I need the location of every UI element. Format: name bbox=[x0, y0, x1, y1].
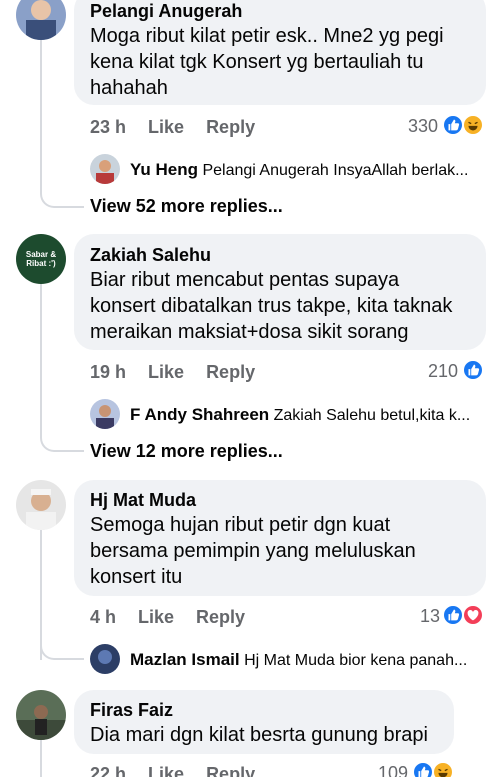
comment-time[interactable]: 23 h bbox=[90, 117, 126, 137]
love-icon bbox=[462, 604, 484, 626]
avatar[interactable] bbox=[90, 399, 120, 429]
like-button[interactable]: Like bbox=[148, 764, 184, 777]
comment-actions: 4 h Like Reply bbox=[90, 607, 267, 628]
reply-author[interactable]: Yu Heng bbox=[130, 160, 198, 179]
like-icon bbox=[412, 761, 434, 777]
comment-text-line: Biar ribut mencabut pentas supaya bbox=[90, 269, 400, 291]
thread-connector bbox=[40, 392, 84, 452]
like-icon bbox=[442, 114, 464, 136]
comment-text-line: Semoga hujan ribut petir dgn kuat bbox=[90, 514, 391, 536]
comment-time[interactable]: 22 h bbox=[90, 764, 126, 777]
comment-text-line: konsert dibatalkan trus takpe, kita takn… bbox=[90, 295, 453, 317]
reply-author[interactable]: Mazlan Ismail bbox=[130, 650, 240, 669]
reply-preview[interactable]: Mazlan Ismail Hj Mat Muda bior kena pana… bbox=[130, 650, 490, 670]
comment-author[interactable]: Pelangi Anugerah bbox=[90, 1, 242, 22]
reply-text: Zakiah Salehu betul,kita k... bbox=[273, 407, 471, 424]
comment-actions: 23 h Like Reply bbox=[90, 117, 277, 138]
reply-button[interactable]: Reply bbox=[206, 764, 255, 777]
avatar[interactable] bbox=[90, 154, 120, 184]
reaction-count[interactable]: 109 bbox=[360, 763, 408, 777]
comment-text-line: Dia mari dgn kilat besrta gunung brapi bbox=[90, 724, 428, 746]
view-more-replies-link[interactable]: View 12 more replies... bbox=[90, 441, 283, 462]
comment-author[interactable]: Hj Mat Muda bbox=[90, 490, 196, 511]
reaction-count[interactable]: 13 bbox=[392, 606, 440, 627]
reply-preview[interactable]: Yu Heng Pelangi Anugerah InsyaAllah berl… bbox=[130, 160, 490, 180]
reply-button[interactable]: Reply bbox=[206, 362, 255, 382]
like-button[interactable]: Like bbox=[148, 117, 184, 137]
like-icon bbox=[442, 604, 464, 626]
like-button[interactable]: Like bbox=[138, 607, 174, 627]
reply-preview[interactable]: F Andy Shahreen Zakiah Salehu betul,kita… bbox=[130, 405, 490, 425]
comment-text-line: kena kilat tgk Konsert yg bertauliah tu bbox=[90, 51, 424, 73]
comment-text-line: meraikan maksiat+dosa sikit sorang bbox=[90, 321, 409, 343]
comment-time[interactable]: 4 h bbox=[90, 607, 116, 627]
thread-connector bbox=[40, 150, 84, 208]
avatar-caption: Sabar & Ribat :') bbox=[25, 250, 57, 268]
comment-text-line: Moga ribut kilat petir esk.. Mne2 yg peg… bbox=[90, 25, 444, 47]
avatar[interactable] bbox=[16, 480, 66, 530]
comment-author[interactable]: Zakiah Salehu bbox=[90, 245, 211, 266]
avatar[interactable] bbox=[16, 0, 66, 40]
haha-icon bbox=[462, 114, 484, 136]
comment-author[interactable]: Firas Faiz bbox=[90, 700, 173, 721]
comment-text-line: hahahah bbox=[90, 77, 168, 99]
view-more-replies-link[interactable]: View 52 more replies... bbox=[90, 196, 283, 217]
avatar[interactable]: Sabar & Ribat :') bbox=[16, 234, 66, 284]
comment-text-line: bersama pemimpin yang meluluskan bbox=[90, 540, 416, 562]
thread-connector bbox=[40, 600, 84, 660]
like-icon bbox=[462, 359, 484, 381]
comment-time[interactable]: 19 h bbox=[90, 362, 126, 382]
comment-text-line: konsert itu bbox=[90, 566, 183, 588]
avatar[interactable] bbox=[90, 644, 120, 674]
comment-actions: 19 h Like Reply bbox=[90, 362, 277, 383]
reaction-count[interactable]: 330 bbox=[390, 116, 438, 137]
reply-text: Hj Mat Muda bior kena panah... bbox=[244, 652, 468, 669]
comment-actions: 22 h Like Reply bbox=[90, 764, 277, 777]
like-button[interactable]: Like bbox=[148, 362, 184, 382]
reply-button[interactable]: Reply bbox=[206, 117, 255, 137]
reply-button[interactable]: Reply bbox=[196, 607, 245, 627]
reply-text: Pelangi Anugerah InsyaAllah berlak... bbox=[202, 162, 469, 179]
thread-line bbox=[40, 40, 42, 167]
reaction-count[interactable]: 210 bbox=[410, 361, 458, 382]
reply-author[interactable]: F Andy Shahreen bbox=[130, 405, 269, 424]
thread-line bbox=[40, 740, 42, 777]
haha-icon bbox=[432, 761, 454, 777]
avatar[interactable] bbox=[16, 690, 66, 740]
